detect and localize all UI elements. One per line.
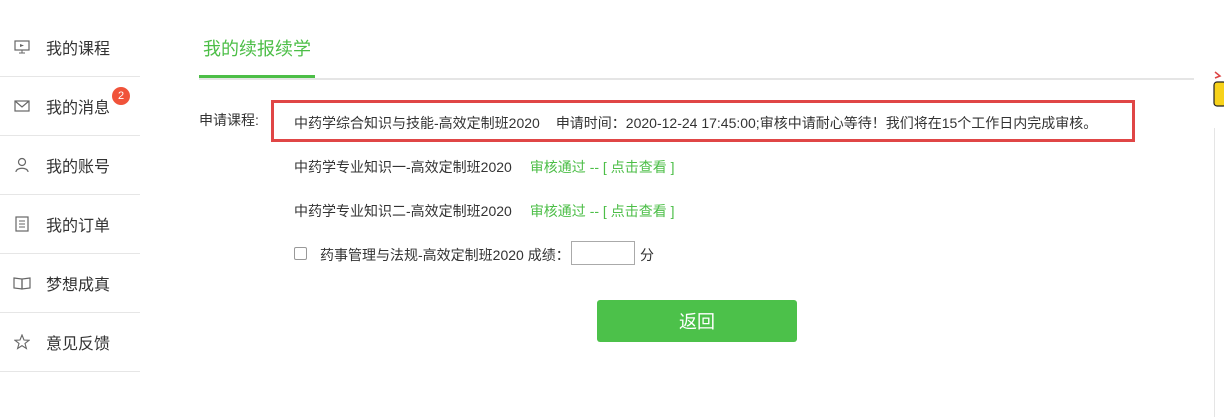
document-icon xyxy=(12,214,32,234)
sidebar-item-label: 我的课程 xyxy=(46,41,111,58)
back-button[interactable]: 返回 xyxy=(597,300,797,342)
course-name: 中药学专业知识一-高效定制班2020 xyxy=(294,159,512,175)
sidebar-item-dream[interactable]: 梦想成真 xyxy=(0,254,140,313)
view-details-link[interactable]: [ 点击查看 ] xyxy=(603,203,675,219)
tab-bar: 我的续报续学 xyxy=(199,0,1194,80)
score-input[interactable] xyxy=(571,241,635,265)
sidebar: 我的课程 我的消息 2 我的账号 我的订单 梦想成真 意见反馈 xyxy=(0,18,140,372)
book-icon xyxy=(12,273,32,293)
pending-course-row: 中药学综合知识与技能-高效定制班2020 申请时间：2020-12-24 17:4… xyxy=(294,113,1097,133)
sidebar-item-label: 意见反馈 xyxy=(46,336,111,353)
course-checkbox[interactable] xyxy=(294,247,307,260)
sidebar-item-my-account[interactable]: 我的账号 xyxy=(0,136,140,195)
message-count-badge: 2 xyxy=(112,87,130,105)
status-approved: 审核通过 -- xyxy=(529,203,600,219)
envelope-icon xyxy=(12,96,32,116)
sidebar-item-my-orders[interactable]: 我的订单 xyxy=(0,195,140,254)
floating-widget-icon[interactable] xyxy=(1212,70,1224,130)
score-unit: 分 xyxy=(640,247,654,263)
sidebar-item-my-courses[interactable]: 我的课程 xyxy=(0,18,140,77)
sidebar-item-label: 我的订单 xyxy=(46,218,111,235)
right-panel xyxy=(1214,128,1224,417)
apply-time-status: 申请时间：2020-12-24 17:45:00;审核中请耐心等待！我们将在15… xyxy=(555,115,1098,131)
course-row: 中药学专业知识一-高效定制班2020 审核通过 -- [ 点击查看 ] xyxy=(294,157,674,177)
sidebar-item-label: 我的消息 xyxy=(46,100,111,117)
monitor-icon xyxy=(12,37,32,57)
sidebar-item-feedback[interactable]: 意见反馈 xyxy=(0,313,140,372)
course-name: 中药学综合知识与技能-高效定制班2020 xyxy=(294,115,540,131)
status-approved: 审核通过 -- xyxy=(529,159,600,175)
sidebar-item-my-messages[interactable]: 我的消息 2 xyxy=(0,77,140,136)
apply-course-label: 申请课程: xyxy=(199,112,259,128)
score-label: 药事管理与法规-高效定制班2020 成绩： xyxy=(320,247,570,263)
sidebar-item-label: 我的账号 xyxy=(46,159,111,176)
user-icon xyxy=(12,155,32,175)
course-name: 中药学专业知识二-高效定制班2020 xyxy=(294,203,512,219)
view-details-link[interactable]: [ 点击查看 ] xyxy=(603,159,675,175)
tab-renewal[interactable]: 我的续报续学 xyxy=(199,36,315,78)
sidebar-item-label: 梦想成真 xyxy=(46,277,111,294)
star-icon xyxy=(12,332,32,352)
course-row: 中药学专业知识二-高效定制班2020 审核通过 -- [ 点击查看 ] xyxy=(294,201,674,221)
